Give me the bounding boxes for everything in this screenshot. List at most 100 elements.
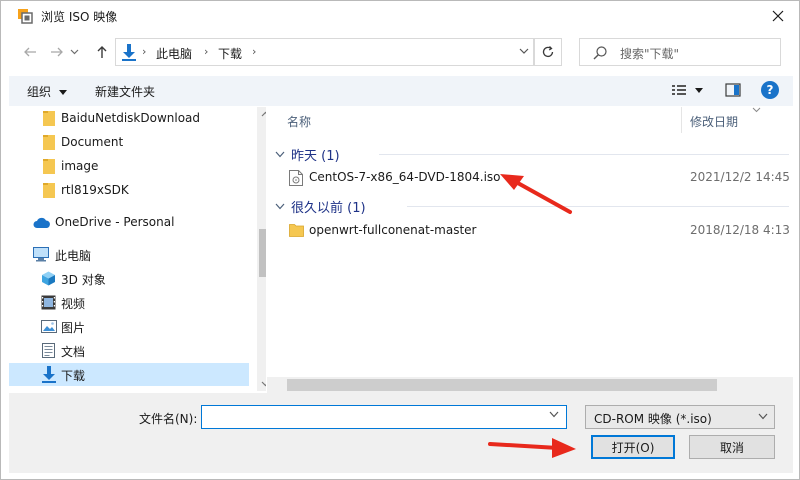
arrow-left-icon bbox=[24, 47, 36, 57]
file-type-select[interactable]: CD-ROM 映像 (*.iso) bbox=[585, 405, 775, 429]
folder-icon bbox=[43, 111, 55, 126]
nav-item-image[interactable]: image bbox=[9, 155, 249, 178]
nav-item-label: Document bbox=[61, 135, 124, 149]
file-type-value: CD-ROM 映像 (*.iso) bbox=[594, 412, 712, 426]
download-icon bbox=[122, 44, 136, 61]
file-name: openwrt-fullconenat-master bbox=[309, 223, 477, 237]
window-title: 浏览 ISO 映像 bbox=[41, 10, 118, 24]
file-pane-horizontal-scrollbar[interactable] bbox=[267, 377, 793, 393]
nav-item-label: 下载 bbox=[61, 369, 86, 383]
horizontal-scroll-thumb[interactable] bbox=[287, 379, 717, 391]
cancel-button[interactable]: 取消 bbox=[689, 435, 775, 459]
nav-item-3d-objects[interactable]: 3D 对象 bbox=[9, 267, 249, 290]
forward-button[interactable] bbox=[46, 41, 68, 63]
close-icon bbox=[772, 10, 784, 22]
nav-item-document[interactable]: Document bbox=[9, 131, 249, 154]
refresh-button[interactable] bbox=[534, 38, 562, 66]
chevron-down-icon bbox=[758, 413, 768, 420]
vmware-app-icon bbox=[18, 9, 33, 24]
column-header-name[interactable]: 名称 bbox=[287, 113, 311, 130]
nav-item-label: 此电脑 bbox=[55, 249, 92, 263]
chevron-down-icon[interactable] bbox=[519, 46, 529, 56]
search-box[interactable]: 搜索"下载" bbox=[579, 38, 781, 66]
nav-item-label: 文档 bbox=[61, 345, 86, 359]
breadcrumb-downloads[interactable]: 下载 bbox=[218, 45, 242, 62]
document-icon bbox=[42, 343, 55, 358]
group-header-yesterday[interactable]: 昨天 (1) bbox=[275, 145, 340, 164]
refresh-icon bbox=[542, 46, 554, 58]
nav-scroll-thumb[interactable] bbox=[259, 229, 266, 277]
folder-icon bbox=[289, 224, 304, 237]
search-icon bbox=[593, 46, 607, 60]
address-bar[interactable]: › 此电脑 › 下载 › bbox=[115, 38, 534, 66]
nav-item-label: BaiduNetdiskDownload bbox=[61, 111, 201, 125]
title-bar: 浏览 ISO 映像 bbox=[1, 1, 800, 31]
caret-down-icon[interactable] bbox=[695, 88, 703, 94]
file-list-pane: 名称 修改日期 昨天 (1) CentOS-7-x86_64-DVD-1804.… bbox=[267, 107, 793, 393]
folder-icon bbox=[43, 159, 55, 174]
command-toolbar: 组织 新建文件夹 ? bbox=[9, 76, 793, 106]
preview-pane-icon[interactable] bbox=[725, 82, 741, 98]
video-icon bbox=[41, 295, 56, 310]
filename-label: 文件名(N): bbox=[139, 412, 198, 426]
organize-label: 组织 bbox=[27, 85, 52, 99]
view-options-icon[interactable] bbox=[671, 82, 687, 98]
nav-item-label: 3D 对象 bbox=[61, 273, 106, 287]
dialog-footer: 文件名(N): CD-ROM 映像 (*.iso) 打开(O) 取消 bbox=[9, 393, 793, 473]
picture-icon bbox=[41, 320, 57, 333]
nav-item-onedrive[interactable]: OneDrive - Personal bbox=[9, 211, 249, 234]
chevron-down-icon[interactable] bbox=[261, 381, 266, 387]
chevron-down-icon bbox=[70, 49, 78, 55]
nav-item-pictures[interactable]: 图片 bbox=[9, 315, 249, 338]
file-row-centos-iso[interactable]: CentOS-7-x86_64-DVD-1804.iso 2021/12/2 1… bbox=[285, 167, 790, 189]
nav-item-documents[interactable]: 文档 bbox=[9, 339, 249, 362]
folder-icon bbox=[43, 135, 55, 150]
cube-icon bbox=[42, 271, 55, 286]
nav-item-label: rtl819xSDK bbox=[61, 183, 129, 197]
nav-item-this-pc[interactable]: 此电脑 bbox=[9, 243, 249, 266]
up-button[interactable] bbox=[91, 41, 113, 63]
computer-icon bbox=[33, 247, 49, 262]
arrow-right-icon bbox=[51, 47, 63, 57]
search-placeholder: 搜索"下载" bbox=[620, 47, 680, 61]
group-divider bbox=[379, 154, 789, 155]
cloud-icon bbox=[33, 217, 50, 228]
chevron-down-icon bbox=[275, 203, 285, 210]
help-icon[interactable]: ? bbox=[761, 81, 779, 99]
file-date: 2018/12/18 4:13 bbox=[690, 223, 790, 237]
breadcrumb-separator: › bbox=[252, 45, 257, 58]
nav-item-rtl819xsdk[interactable]: rtl819xSDK bbox=[9, 179, 249, 202]
back-button[interactable] bbox=[19, 41, 41, 63]
column-header-modified[interactable]: 修改日期 bbox=[690, 113, 738, 130]
breadcrumb-separator: › bbox=[142, 45, 147, 58]
nav-item-label: OneDrive - Personal bbox=[55, 215, 175, 229]
breadcrumb-this-pc[interactable]: 此电脑 bbox=[156, 45, 192, 62]
breadcrumb-separator: › bbox=[204, 45, 209, 58]
open-button[interactable]: 打开(O) bbox=[591, 435, 675, 459]
nav-item-downloads[interactable]: 下载 bbox=[9, 363, 249, 386]
file-row-openwrt-folder[interactable]: openwrt-fullconenat-master 2018/12/18 4:… bbox=[285, 220, 790, 242]
nav-item-label: 图片 bbox=[61, 321, 86, 335]
chevron-up-icon[interactable] bbox=[261, 111, 266, 117]
chevron-down-icon bbox=[275, 151, 285, 158]
group-label: 昨天 (1) bbox=[291, 149, 340, 164]
arrow-up-icon bbox=[97, 46, 107, 58]
new-folder-button[interactable]: 新建文件夹 bbox=[95, 83, 155, 100]
organize-button[interactable]: 组织 bbox=[27, 83, 67, 100]
nav-item-videos[interactable]: 视频 bbox=[9, 291, 249, 314]
nav-item-label: 视频 bbox=[61, 297, 86, 311]
nav-item-baidunetdiskdownload[interactable]: BaiduNetdiskDownload bbox=[9, 107, 249, 130]
group-header-long-ago[interactable]: 很久以前 (1) bbox=[275, 197, 366, 216]
chevron-down-icon[interactable] bbox=[549, 411, 559, 418]
disc-image-icon bbox=[289, 170, 303, 186]
file-date: 2021/12/2 14:45 bbox=[690, 170, 790, 184]
close-button[interactable] bbox=[755, 1, 800, 31]
group-label: 很久以前 (1) bbox=[291, 201, 366, 216]
sort-chevron-icon bbox=[752, 107, 761, 113]
column-separator[interactable] bbox=[681, 107, 682, 133]
filename-input[interactable] bbox=[201, 405, 567, 429]
nav-item-label: image bbox=[61, 159, 99, 173]
recent-locations-button[interactable] bbox=[67, 41, 81, 63]
download-icon bbox=[42, 366, 56, 383]
nav-pane-scrollbar[interactable] bbox=[257, 107, 266, 391]
